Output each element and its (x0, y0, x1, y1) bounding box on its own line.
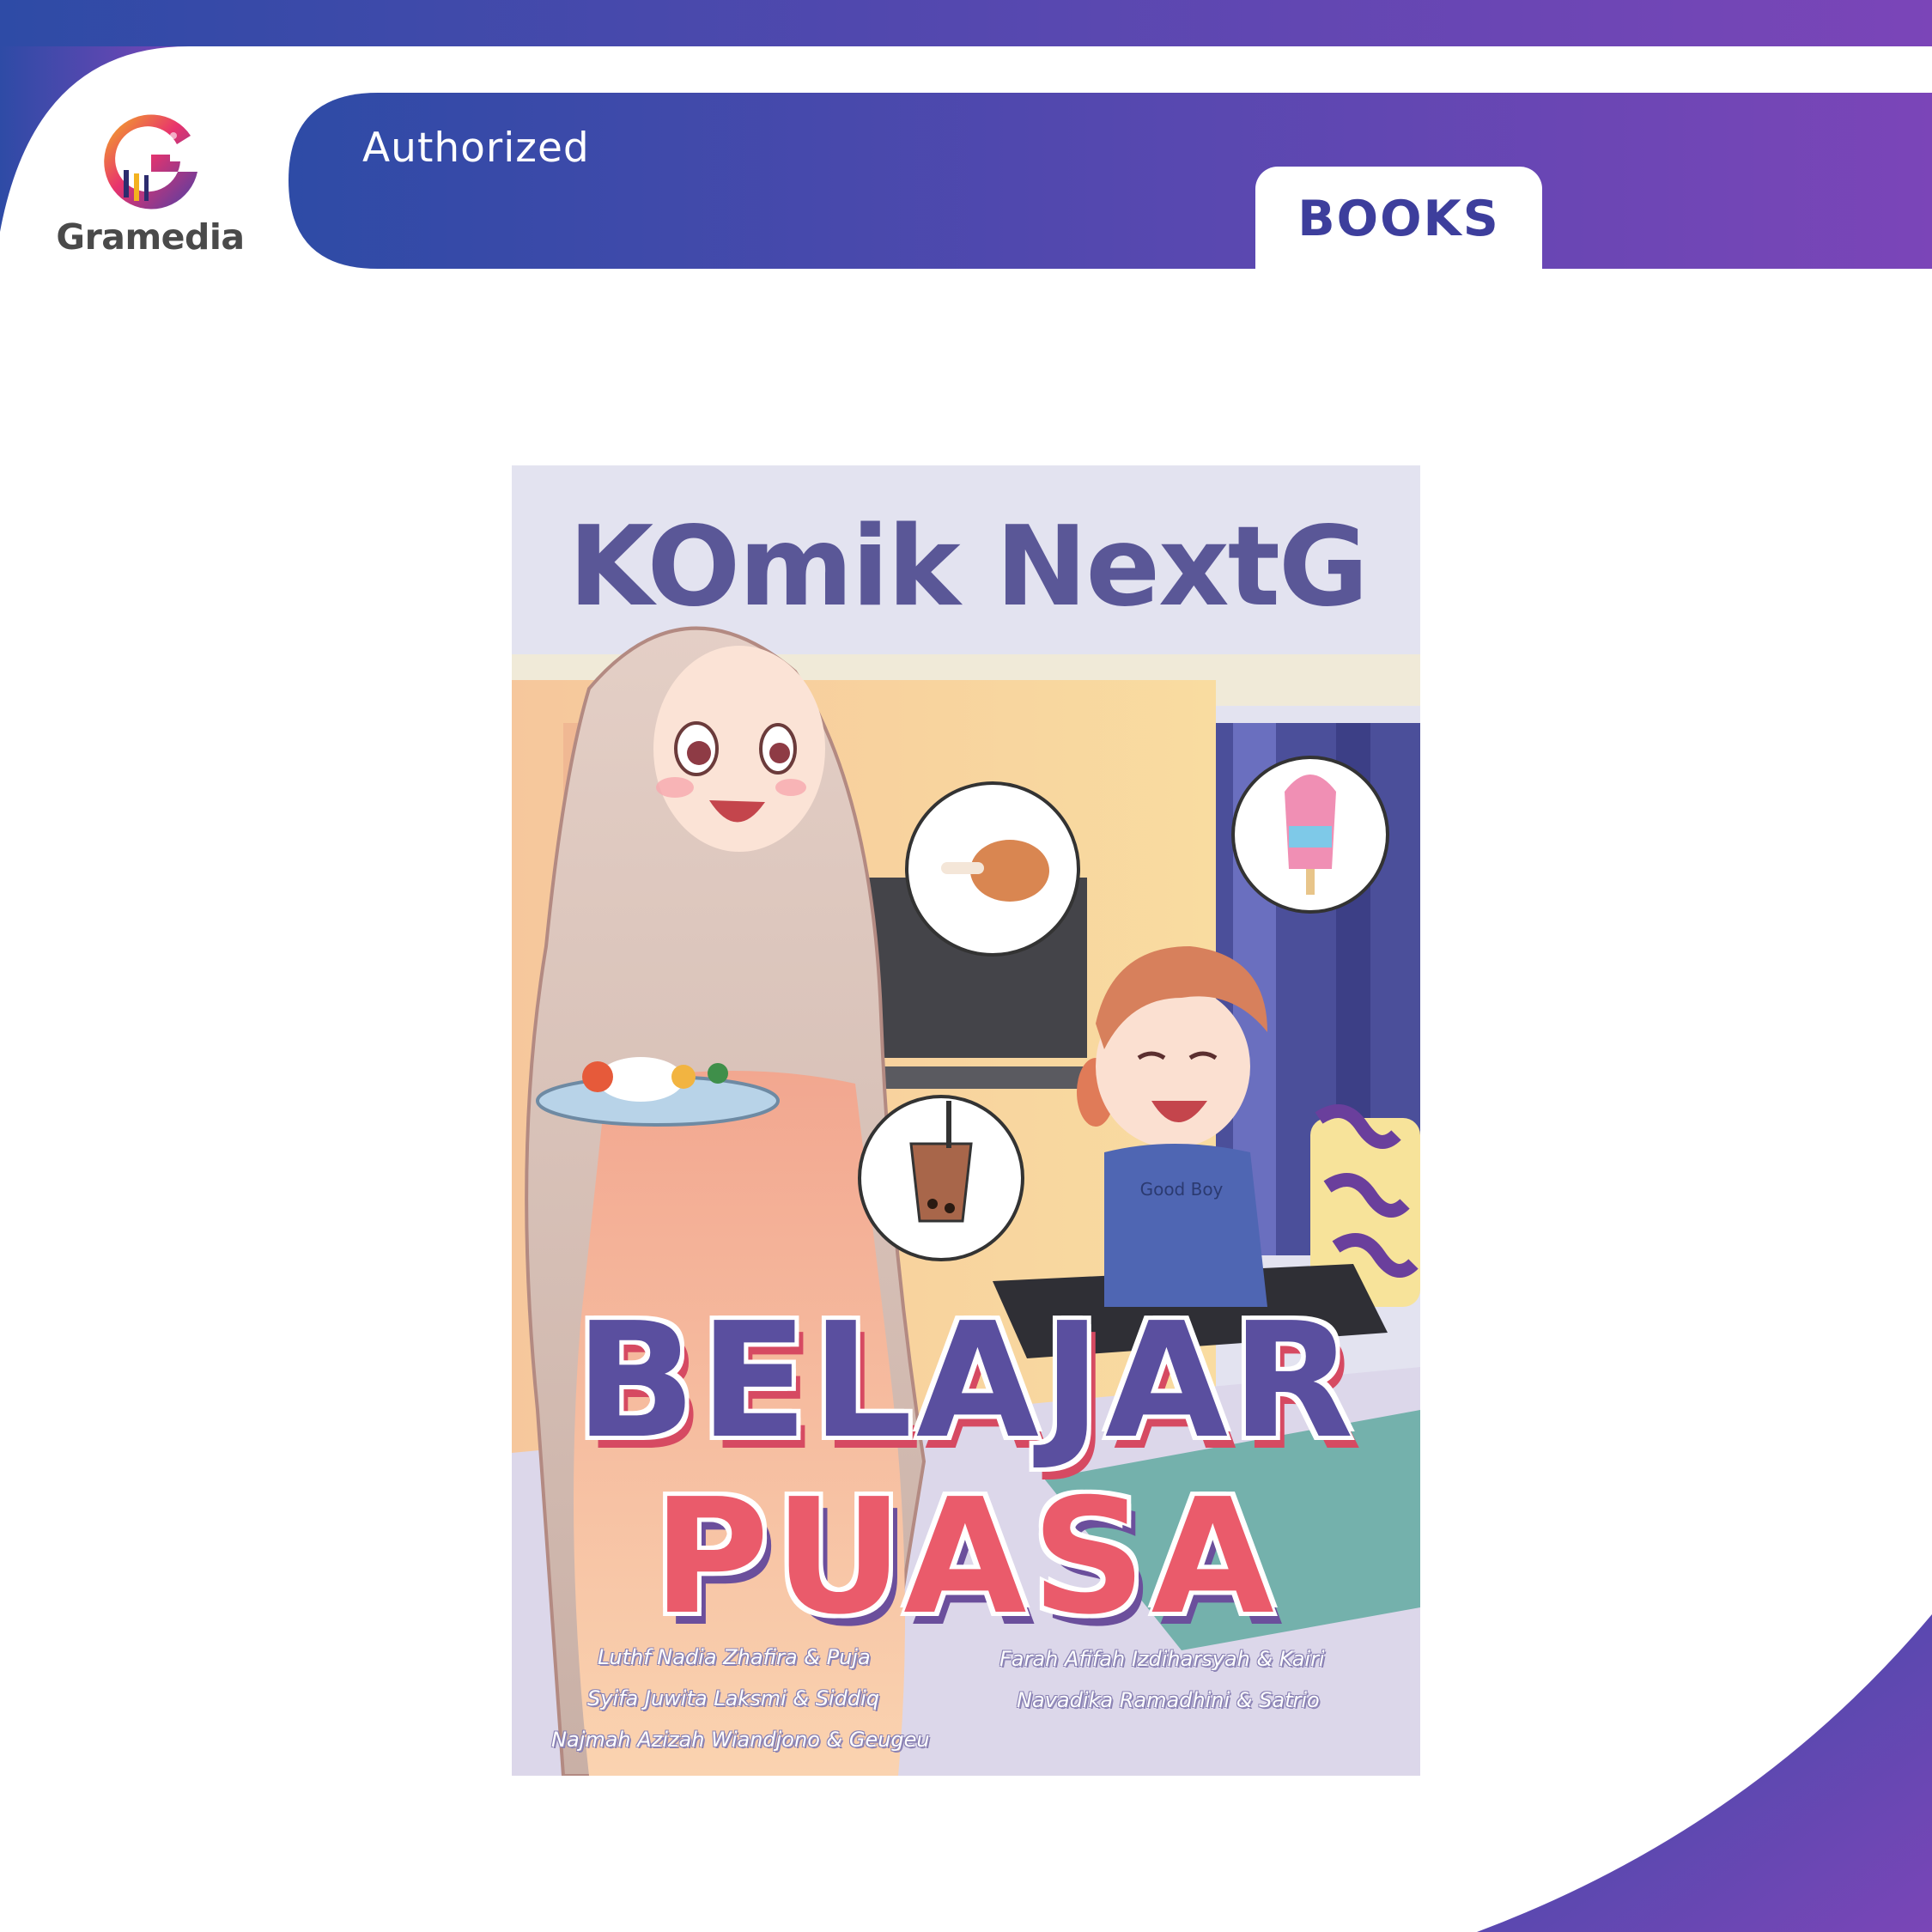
book-title-line1: BELAJAR (574, 1288, 1358, 1473)
shirt-text: Good Boy (1140, 1179, 1224, 1200)
author-credit: Farah Afifah Izdiharsyah & Kairi (999, 1647, 1325, 1671)
brand-name: Gramedia (56, 216, 245, 258)
series-title: KOmik NextG (568, 503, 1369, 631)
gramedia-logo-icon[interactable] (94, 110, 206, 222)
authorized-badge: Authorized (362, 125, 590, 172)
author-credit: Syifa Juwita Laksmi & Siddiq (587, 1686, 879, 1710)
author-credit: Navadika Ramadhini & Satrio (1017, 1688, 1320, 1712)
thought-bubble-popsicle (1231, 756, 1389, 914)
thought-bubble-boba (858, 1095, 1024, 1261)
thought-bubble-chicken (905, 781, 1080, 957)
book-title-line2: PUASA (653, 1464, 1279, 1649)
author-credit: Najmah Azizah Wiandjono & Geugeu (551, 1728, 930, 1752)
tab-books[interactable]: BOOKS (1255, 191, 1542, 247)
author-credit: Luthf Nadia Zhafira & Puja (598, 1645, 871, 1669)
